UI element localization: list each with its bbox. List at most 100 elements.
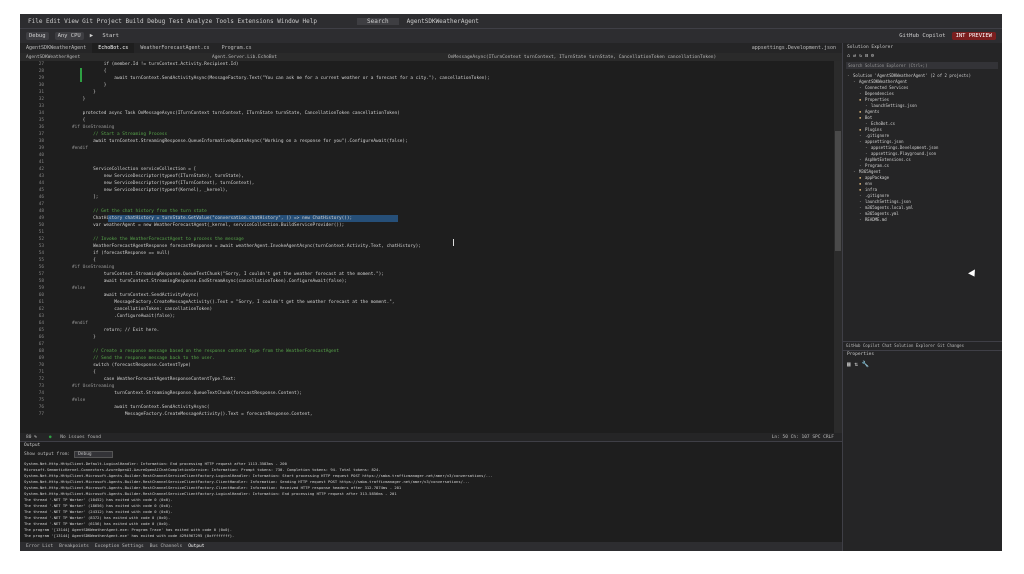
code-line[interactable]: 77 MessageFactory.CreateMessageActivity(…	[20, 411, 313, 418]
code-line[interactable]: 71 {	[20, 369, 96, 376]
code-line[interactable]: 42 ServiceCollection serviceCollection =…	[20, 166, 197, 173]
code-line[interactable]: 69 // Send the response message back to …	[20, 355, 215, 362]
code-line[interactable]: 33	[20, 103, 72, 110]
zoom-level[interactable]: 80 %	[26, 435, 37, 440]
code-line[interactable]: 31 }	[20, 89, 96, 96]
code-line[interactable]: 75 #else	[20, 397, 86, 404]
code-line[interactable]: 43 new ServiceDescriptor(typeof(ITurnSta…	[20, 173, 244, 180]
code-line[interactable]: 27 if (member.Id != turnContext.Activity…	[20, 61, 239, 68]
code-editor[interactable]: 27 if (member.Id != turnContext.Activity…	[20, 61, 842, 433]
code-line[interactable]: 60 await turnContext.SendActivityAsync(	[20, 292, 199, 299]
platform-dropdown[interactable]: Any CPU	[54, 32, 84, 40]
issues-indicator[interactable]: ● No issues found	[43, 435, 101, 440]
refresh-icon[interactable]: ↻	[859, 53, 862, 59]
code-line[interactable]: 63 .ConfigureAwait(false);	[20, 313, 175, 320]
solution-search-input[interactable]: Search Solution Explorer (Ctrl+;)	[846, 62, 998, 69]
code-line[interactable]: 76 await turnContext.SendActivityAsync(	[20, 404, 210, 411]
output-source-row: Show output from: Debug	[20, 450, 842, 459]
code-line[interactable]: 49 ChatHistory chatHistory = turnState.G…	[20, 215, 353, 222]
solution-name: AgentSDKWeatherAgent	[406, 17, 479, 25]
tab-project[interactable]: AgentSDKWeatherAgent	[20, 43, 92, 53]
line-number: 67	[38, 342, 44, 347]
tab-error-list[interactable]: Error List	[26, 544, 53, 549]
code-line[interactable]: 36 #if UseStreaming	[20, 124, 115, 131]
code-line[interactable]: 48 // Get the chat history from the turn…	[20, 208, 207, 215]
code-line[interactable]: 58 await turnContext.StreamingResponse.E…	[20, 278, 347, 285]
collapse-icon[interactable]: ⊟	[865, 53, 868, 59]
editor-scrollbar-thumb[interactable]	[835, 131, 841, 251]
code-line[interactable]: 37 // Start a Streaming Process	[20, 131, 167, 138]
code-line[interactable]: 62 cancellationToken: cancellationToken)	[20, 306, 212, 313]
tab-output[interactable]: Output	[188, 544, 204, 549]
code-line[interactable]: 44 new ServiceDescriptor(typeof(ITurnCon…	[20, 180, 255, 187]
line-number: 48	[38, 209, 44, 214]
code-line[interactable]: 68 // Create a response message based on…	[20, 348, 339, 355]
code-line[interactable]: 35 {	[20, 117, 86, 124]
code-line[interactable]: 50 var weatherAgent = new WeatherForecas…	[20, 222, 345, 229]
bottom-tabs: Error List Breakpoints Exception Setting…	[20, 542, 842, 551]
search-box[interactable]: Search	[356, 17, 399, 25]
code-line[interactable]: 74 turnContext.StreamingResponse.QueueTe…	[20, 390, 302, 397]
code-line[interactable]: 64 #endif	[20, 320, 88, 327]
alphabetical-icon[interactable]: ⇅	[854, 361, 858, 368]
code-line[interactable]: 34 protected async Task OnMessageAsync(I…	[20, 110, 400, 117]
nav-method[interactable]: OnMessageAsync(ITurnContext turnContext,…	[448, 55, 716, 60]
code-line[interactable]: 28 {	[20, 68, 107, 75]
start-button[interactable]: ▶ Start	[90, 33, 119, 39]
code-line[interactable]: 41	[20, 159, 72, 166]
code-line[interactable]: 53 WeatherForecastAgentResponse forecast…	[20, 243, 421, 250]
code-line[interactable]: 57 turnContext.StreamingResponse.QueueTe…	[20, 271, 384, 278]
tree-item[interactable]: · README.md	[859, 217, 887, 223]
code-line[interactable]: 51	[20, 229, 72, 236]
code-line[interactable]: 65 return; // Exit here.	[20, 327, 160, 334]
copilot-button[interactable]: GitHub Copilot	[899, 33, 945, 39]
config-dropdown[interactable]: Debug	[26, 32, 49, 40]
nav-project[interactable]: AgentSDKWeatherAgent	[26, 55, 206, 60]
tab-program[interactable]: Program.cs	[216, 43, 258, 53]
code-line[interactable]: 39 #endif	[20, 145, 88, 152]
code-text: #else	[72, 286, 86, 291]
code-line[interactable]: 45 new ServiceDescriptor(typeof(Kernel),…	[20, 187, 228, 194]
code-line[interactable]: 38 await turnContext.StreamingResponse.Q…	[20, 138, 408, 145]
categorized-icon[interactable]: ▦	[847, 361, 851, 368]
output-source-dropdown[interactable]: Debug	[74, 451, 113, 458]
tree-item-label: .gitignore	[865, 193, 890, 198]
code-text: new ServiceDescriptor(typeof(Kernel), _k…	[72, 188, 228, 193]
tab-breakpoints[interactable]: Breakpoints	[59, 544, 89, 549]
code-line[interactable]: 52 // Invoke the WeatherForecastAgent to…	[20, 236, 244, 243]
output-source-label: Show output from:	[24, 452, 71, 457]
tab-echobot[interactable]: EchoBot.cs	[92, 43, 135, 53]
code-text: {	[72, 69, 107, 74]
code-line[interactable]: 67	[20, 341, 72, 348]
panel-tabs[interactable]: GitHub Copilot Chat Solution Explorer Gi…	[843, 341, 1002, 351]
menu-bar[interactable]: File Edit View Git Project Build Debug T…	[28, 18, 317, 25]
properties-title: Properties	[847, 352, 875, 357]
wrench-icon[interactable]: 🔧	[862, 361, 869, 368]
code-line[interactable]: 46 ];	[20, 194, 99, 201]
code-line[interactable]: 55 {	[20, 257, 96, 264]
code-line[interactable]: 70 switch (forecastResponse.ContentType)	[20, 362, 191, 369]
settings-icon[interactable]: ⚙	[871, 53, 874, 59]
code-line[interactable]: 30 }	[20, 82, 107, 89]
code-line[interactable]: 61 MessageFactory.CreateMessageActivity(…	[20, 299, 395, 306]
sync-icon[interactable]: ⇄	[853, 53, 856, 59]
line-number: 58	[38, 279, 44, 284]
code-line[interactable]: 66 }	[20, 334, 96, 341]
code-line[interactable]: 40	[20, 152, 72, 159]
nav-class[interactable]: Agent.Server.Lib.EchoBot	[212, 55, 442, 60]
tab-bus-channels[interactable]: Bus Channels	[150, 544, 183, 549]
tab-appsettings[interactable]: appsettings.Development.json	[746, 43, 842, 53]
code-line[interactable]: 54 if (forecastResponse == null)	[20, 250, 170, 257]
code-line[interactable]: 56 #if UseStreaming	[20, 264, 115, 271]
line-number: 73	[38, 384, 44, 389]
tab-weather-agent[interactable]: WeatherForecastAgent.cs	[134, 43, 215, 53]
code-line[interactable]: 59 #else	[20, 285, 86, 292]
home-icon[interactable]: ⌂	[847, 53, 850, 59]
code-text: #endif	[72, 146, 88, 151]
code-line[interactable]: 32 }	[20, 96, 86, 103]
code-line[interactable]: 47	[20, 201, 72, 208]
code-line[interactable]: 72 case WeatherForecastAgentResponseCont…	[20, 376, 236, 383]
tab-exception-settings[interactable]: Exception Settings	[95, 544, 144, 549]
code-line[interactable]: 73 #if UseStreaming	[20, 383, 115, 390]
code-line[interactable]: 29 await turnContext.SendActivityAsync(M…	[20, 75, 490, 82]
